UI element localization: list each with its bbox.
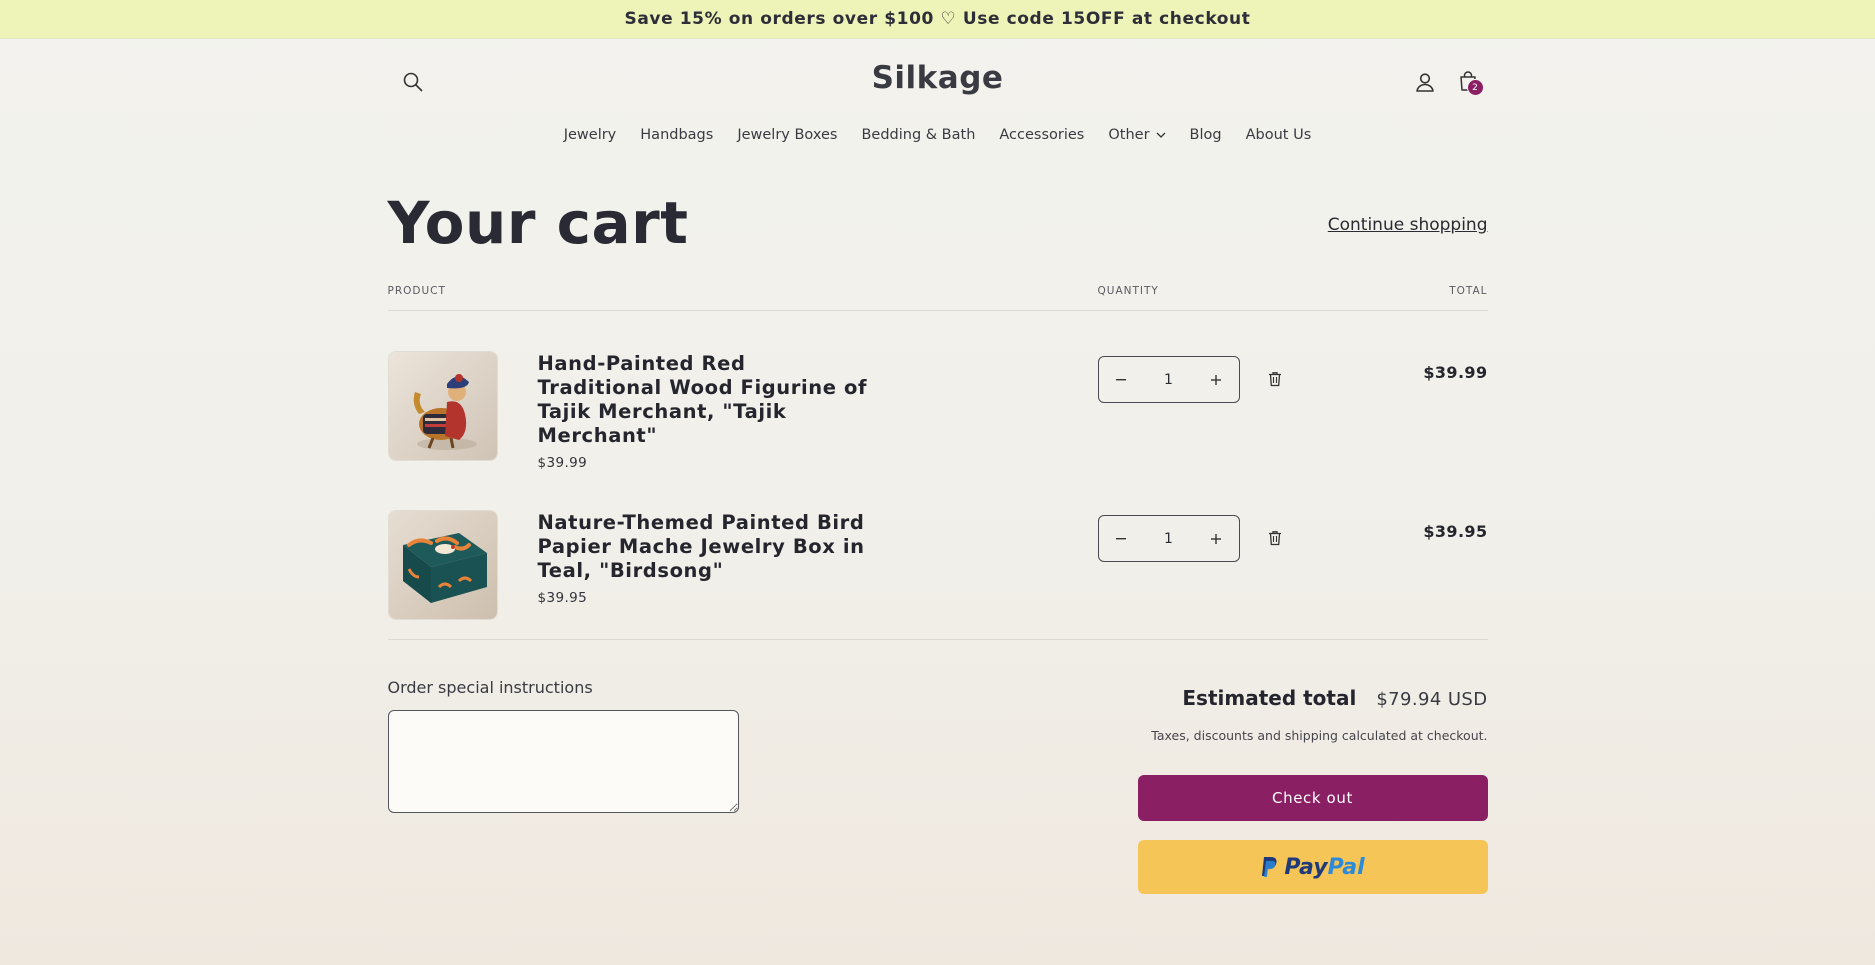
quantity-input[interactable]: 1	[1164, 372, 1173, 388]
product-image-birdsong-box[interactable]	[387, 510, 498, 620]
account-icon[interactable]	[1410, 67, 1440, 97]
plus-icon	[1211, 533, 1222, 544]
site-header: Silkage 2 Jewelry Handbags Jewelry Boxes…	[388, 39, 1488, 163]
estimated-total-label: Estimated total	[1182, 686, 1357, 710]
line-total: $39.95	[1423, 522, 1488, 541]
cart-table-header: PRODUCT QUANTITY TOTAL	[387, 285, 1488, 311]
line-total: $39.99	[1423, 363, 1488, 382]
plus-icon	[1211, 374, 1222, 385]
instructions-label: Order special instructions	[387, 678, 593, 697]
increase-quantity-button[interactable]	[1204, 368, 1228, 392]
product-price: $39.95	[537, 590, 588, 606]
nav-item-handbags[interactable]: Handbags	[628, 127, 725, 143]
cart-title-row: Your cart Continue shopping	[388, 163, 1488, 285]
nav-item-other-label: Other	[1108, 127, 1150, 143]
cart-count-badge: 2	[1466, 79, 1484, 96]
estimated-total-row: Estimated total $79.94 USD	[1151, 686, 1487, 710]
chevron-down-icon	[1156, 132, 1166, 138]
quantity-input[interactable]: 1	[1164, 531, 1173, 547]
product-image-tajik-merchant[interactable]	[387, 351, 498, 461]
continue-shopping-link[interactable]: Continue shopping	[1328, 215, 1488, 235]
trash-icon	[1268, 372, 1281, 387]
remove-item-button[interactable]	[1268, 371, 1282, 391]
minus-icon	[1115, 537, 1126, 539]
cart-item: Hand-Painted Red Traditional Wood Figuri…	[387, 311, 1488, 471]
cart-items: Hand-Painted Red Traditional Wood Figuri…	[387, 311, 1488, 629]
paypal-button[interactable]: PayPal	[1137, 840, 1488, 894]
site-logo[interactable]: Silkage	[388, 60, 1488, 96]
paypal-pal-text: Pal	[1327, 854, 1365, 880]
product-info: Hand-Painted Red Traditional Wood Figuri…	[538, 352, 868, 471]
nav-item-about-us[interactable]: About Us	[1234, 127, 1324, 143]
column-header-total: TOTAL	[1449, 285, 1488, 297]
nav-item-blog[interactable]: Blog	[1178, 127, 1234, 143]
nav-item-jewelry[interactable]: Jewelry	[552, 127, 629, 143]
remove-item-button[interactable]	[1268, 530, 1282, 550]
cart-page: Your cart Continue shopping PRODUCT QUAN…	[387, 163, 1488, 930]
trash-icon	[1268, 531, 1281, 546]
decrease-quantity-button[interactable]	[1109, 527, 1133, 551]
tax-note: Taxes, discounts and shipping calculated…	[1151, 728, 1488, 743]
increase-quantity-button[interactable]	[1204, 527, 1228, 551]
cart-icon[interactable]: 2	[1452, 65, 1484, 97]
quantity-stepper: 1	[1097, 515, 1240, 562]
cart-totals: Estimated total $79.94 USD Taxes, discou…	[1151, 686, 1487, 743]
checkout-button[interactable]: Check out	[1137, 775, 1488, 821]
announcement-bar: Save 15% on orders over $100 ♡ Use code …	[0, 0, 1875, 39]
paypal-pay-text: Pay	[1284, 854, 1328, 880]
paypal-logo-text: PayPal	[1284, 855, 1364, 880]
minus-icon	[1115, 378, 1126, 380]
product-info: Nature-Themed Painted Bird Papier Mache …	[538, 511, 868, 606]
product-name[interactable]: Hand-Painted Red Traditional Wood Figuri…	[538, 352, 868, 448]
column-header-product: PRODUCT	[387, 285, 446, 297]
main-nav: Jewelry Handbags Jewelry Boxes Bedding &…	[388, 127, 1488, 143]
column-header-quantity: QUANTITY	[1097, 285, 1159, 297]
nav-item-accessories[interactable]: Accessories	[987, 127, 1096, 143]
decrease-quantity-button[interactable]	[1109, 368, 1133, 392]
cart-item: Nature-Themed Painted Bird Papier Mache …	[387, 470, 1488, 629]
quantity-stepper: 1	[1097, 356, 1240, 403]
nav-item-other[interactable]: Other	[1096, 127, 1177, 143]
nav-item-bedding-bath[interactable]: Bedding & Bath	[849, 127, 987, 143]
nav-item-jewelry-boxes[interactable]: Jewelry Boxes	[725, 127, 849, 143]
estimated-total-value: $79.94 USD	[1376, 689, 1488, 710]
product-name[interactable]: Nature-Themed Painted Bird Papier Mache …	[538, 511, 868, 583]
cart-footer: Order special instructions Estimated tot…	[387, 640, 1488, 930]
page-title: Your cart	[387, 189, 689, 257]
order-instructions-textarea[interactable]	[387, 710, 739, 813]
paypal-icon	[1262, 857, 1277, 877]
product-price: $39.99	[537, 455, 588, 471]
